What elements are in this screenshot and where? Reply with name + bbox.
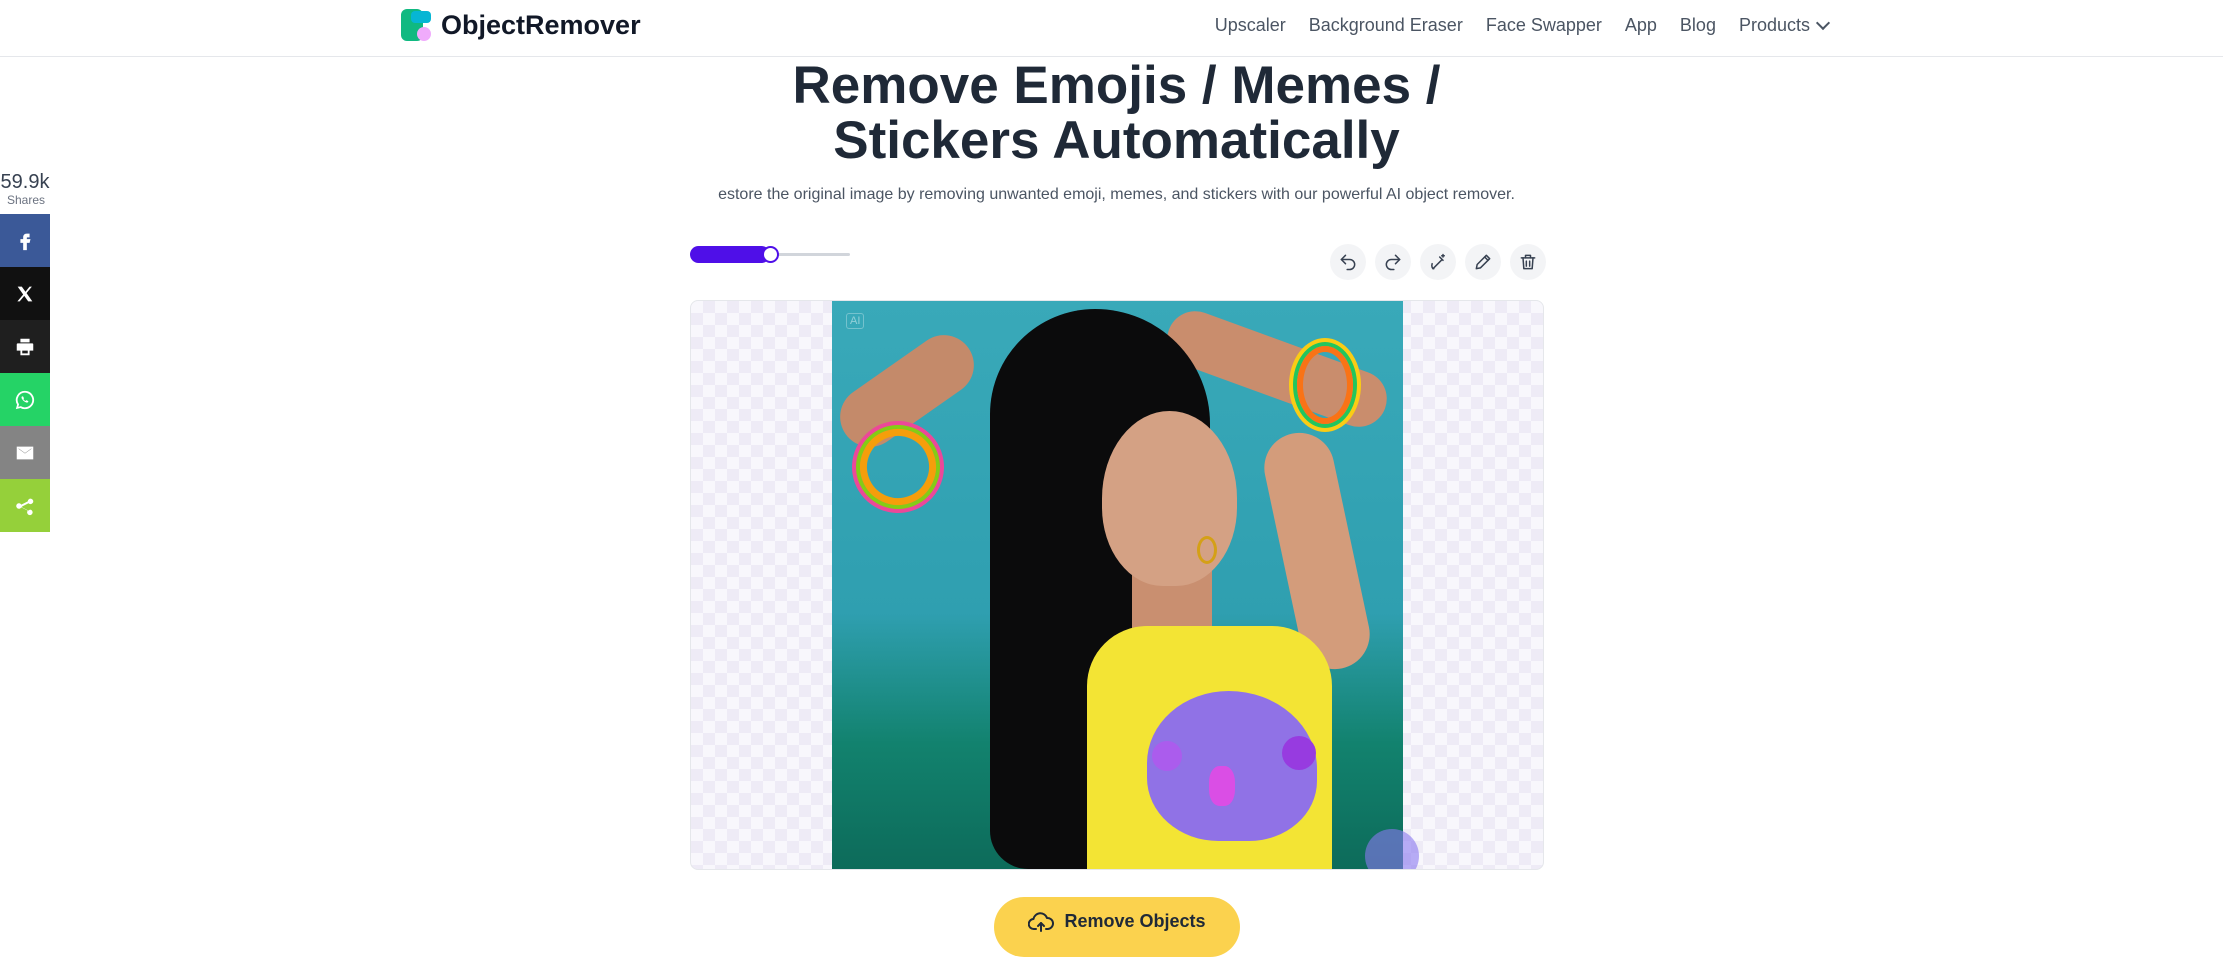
remove-objects-label: Remove Objects <box>1064 911 1206 931</box>
slider-fill <box>690 246 770 263</box>
share-icon <box>16 498 34 515</box>
remove-objects-button[interactable]: Remove Objects <box>994 897 1240 957</box>
undo-button[interactable] <box>1330 244 1366 280</box>
social-share-sidebar: 59.9k Shares <box>0 172 52 532</box>
page-title: Remove Emojis / Memes / Stickers Automat… <box>0 58 2223 168</box>
ai-watermark: AI <box>846 313 865 329</box>
share-print-button[interactable] <box>0 320 50 373</box>
nav-products-label: Products <box>1738 14 1810 35</box>
share-whatsapp-button[interactable] <box>0 373 50 426</box>
nav-upscaler[interactable]: Upscaler <box>1215 15 1286 36</box>
share-email-button[interactable] <box>0 426 50 479</box>
nav-blog[interactable]: Blog <box>1680 15 1716 36</box>
nav-background-eraser[interactable]: Background Eraser <box>1309 15 1463 36</box>
slider-handle[interactable] <box>762 246 779 263</box>
page-title-line-2: Stickers Automatically <box>833 111 1400 170</box>
chevron-down-icon <box>1815 15 1831 31</box>
brand-logo[interactable]: ObjectRemover <box>401 9 641 41</box>
nav-app[interactable]: App <box>1625 15 1657 36</box>
delete-button[interactable] <box>1510 244 1546 280</box>
page-subtitle: estore the original image by removing un… <box>718 186 1515 203</box>
editor-toolbar <box>1330 244 1546 280</box>
share-facebook-button[interactable] <box>0 214 50 267</box>
share-x-button[interactable] <box>0 267 50 320</box>
brush-tool-button[interactable] <box>1465 244 1501 280</box>
redo-button[interactable] <box>1375 244 1411 280</box>
sticker-overlay <box>1147 691 1317 841</box>
main-nav: Upscaler Background Eraser Face Swapper … <box>1215 0 1831 50</box>
facebook-icon <box>20 233 31 250</box>
nav-products-dropdown[interactable]: Products <box>1738 14 1831 36</box>
brush-cursor <box>1365 829 1419 869</box>
nav-face-swapper[interactable]: Face Swapper <box>1486 15 1602 36</box>
pencil-icon <box>1475 254 1491 270</box>
brush-size-slider[interactable] <box>690 244 850 264</box>
printer-icon <box>16 338 34 355</box>
uploaded-image[interactable]: AI <box>832 301 1403 869</box>
redo-icon <box>1385 254 1401 271</box>
magic-brush-icon <box>1431 253 1445 270</box>
auto-select-button[interactable] <box>1420 244 1456 280</box>
top-navigation-bar: ObjectRemover Upscaler Background Eraser… <box>0 0 2223 57</box>
trash-icon <box>1520 254 1536 270</box>
logo-icon <box>401 9 433 41</box>
whatsapp-icon <box>15 390 35 409</box>
mail-icon <box>16 446 34 459</box>
page-title-line-1: Remove Emojis / Memes / <box>792 56 1441 115</box>
share-more-button[interactable] <box>0 479 50 532</box>
cloud-upload-icon <box>1028 912 1055 932</box>
editor-canvas[interactable]: AI <box>690 300 1544 870</box>
undo-icon <box>1340 254 1356 271</box>
x-icon <box>17 286 33 301</box>
brand-name: ObjectRemover <box>441 9 641 40</box>
